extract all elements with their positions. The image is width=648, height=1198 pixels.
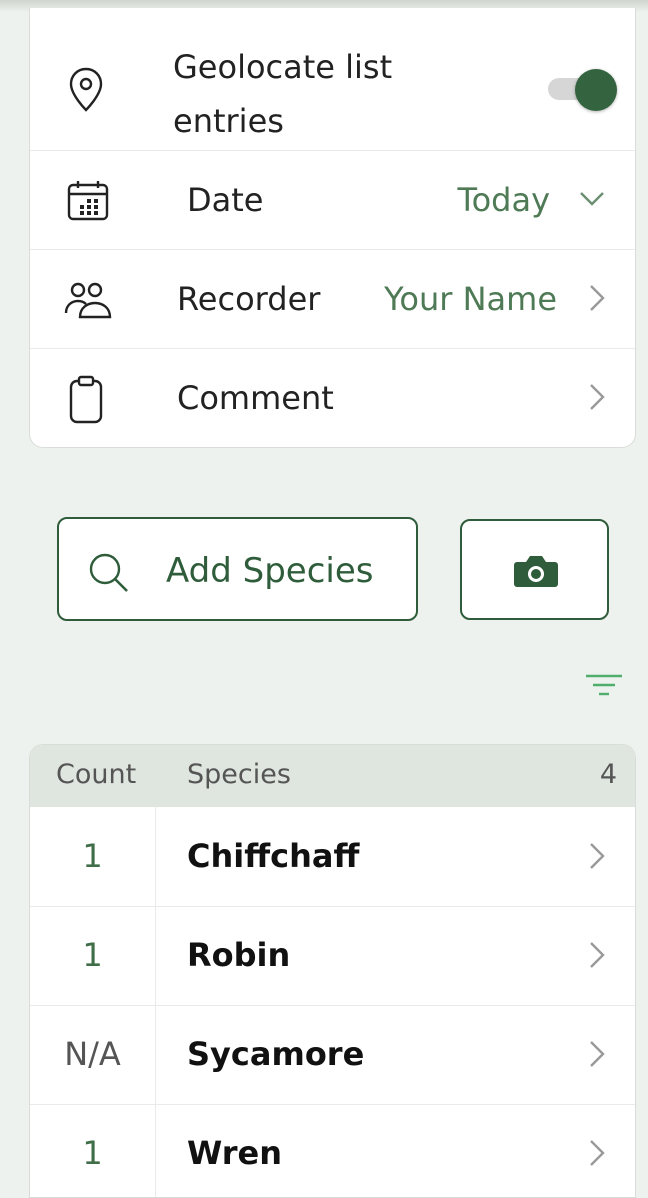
row-count: 1 xyxy=(82,837,103,875)
chevron-right-icon[interactable] xyxy=(589,842,605,874)
add-species-button[interactable]: Add Species xyxy=(57,517,418,621)
column-divider xyxy=(155,1104,156,1197)
settings-card: Geolocate list entries Date Today Record… xyxy=(29,8,636,448)
camera-icon xyxy=(513,553,559,593)
row-species: Sycamore xyxy=(187,1035,365,1073)
date-row[interactable]: Date Today xyxy=(30,151,635,250)
chevron-right-icon[interactable] xyxy=(589,941,605,973)
row-count: 1 xyxy=(82,936,103,974)
species-table: Count Species 4 1 Chiffchaff 1 Robin N/A… xyxy=(29,744,636,1198)
row-species: Wren xyxy=(187,1134,282,1172)
chevron-down-icon[interactable] xyxy=(579,191,605,211)
comment-row[interactable]: Comment xyxy=(30,349,635,448)
row-species: Chiffchaff xyxy=(187,837,360,875)
clipboard-icon xyxy=(68,375,104,429)
species-total: 4 xyxy=(599,759,617,790)
date-value[interactable]: Today xyxy=(457,181,550,219)
row-species: Robin xyxy=(187,936,291,974)
chevron-right-icon[interactable] xyxy=(589,284,605,316)
count-header: Count xyxy=(56,759,137,790)
column-divider xyxy=(155,1005,156,1104)
search-icon xyxy=(87,551,131,599)
chevron-right-icon[interactable] xyxy=(589,383,605,415)
table-row[interactable]: 1 Wren xyxy=(30,1104,635,1197)
location-pin-icon xyxy=(66,66,106,118)
recorder-row[interactable]: Recorder Your Name xyxy=(30,250,635,349)
recorder-value[interactable]: Your Name xyxy=(384,280,557,318)
geolocate-row[interactable]: Geolocate list entries xyxy=(30,8,635,151)
column-divider xyxy=(155,807,156,906)
chevron-right-icon[interactable] xyxy=(589,1040,605,1072)
people-icon xyxy=(63,280,113,324)
row-count: 1 xyxy=(82,1134,103,1172)
table-row[interactable]: 1 Chiffchaff xyxy=(30,807,635,907)
table-row[interactable]: N/A Sycamore xyxy=(30,1005,635,1105)
comment-label: Comment xyxy=(177,379,334,417)
camera-button[interactable] xyxy=(460,519,609,620)
geolocate-toggle[interactable] xyxy=(575,69,617,111)
table-row[interactable]: 1 Robin xyxy=(30,906,635,1006)
column-divider xyxy=(155,906,156,1005)
recorder-label: Recorder xyxy=(177,280,321,318)
geolocate-label: Geolocate list entries xyxy=(173,48,393,140)
date-label: Date xyxy=(187,181,264,219)
species-header: Species xyxy=(187,759,291,790)
calendar-icon xyxy=(66,179,110,227)
chevron-right-icon[interactable] xyxy=(589,1139,605,1171)
add-species-label: Add Species xyxy=(166,551,374,591)
filter-icon[interactable] xyxy=(585,673,623,701)
row-count: N/A xyxy=(64,1035,121,1073)
table-header: Count Species 4 xyxy=(30,745,635,807)
